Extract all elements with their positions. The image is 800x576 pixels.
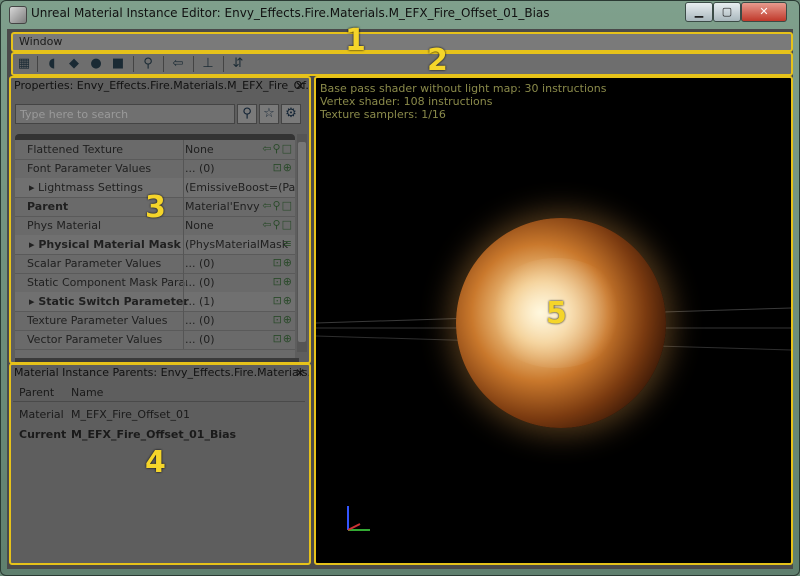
search-icon[interactable]: ⚲	[237, 104, 257, 124]
column-divider	[183, 197, 184, 216]
axis-gizmo-icon	[347, 506, 370, 531]
title-bar[interactable]: Unreal Material Instance Editor: Envy_Ef…	[1, 1, 799, 27]
window-title: Unreal Material Instance Editor: Envy_Ef…	[31, 6, 550, 20]
property-action-icons[interactable]: ⇦⚲□	[262, 199, 293, 212]
property-name: ▸ Static Switch Parameter	[29, 295, 189, 308]
column-divider	[183, 311, 184, 330]
editor-content: Window ▦ ◖ ◆ ● ■ ⚲ ⇦ ⊥ ⇵ Properties: Env…	[7, 23, 793, 569]
grid-icon[interactable]: ▦	[15, 55, 33, 73]
property-name: Font Parameter Values	[27, 162, 152, 175]
parent-name: M_EFX_Fire_Offset_01_Bias	[71, 428, 237, 441]
filter-icon[interactable]: ⚙	[281, 104, 301, 124]
col-parent[interactable]: Parent	[19, 386, 54, 399]
toolbar-separator	[163, 56, 164, 72]
tripod-icon[interactable]: ⊥	[199, 55, 217, 73]
plane-icon[interactable]: ■	[109, 55, 127, 73]
column-divider	[183, 140, 184, 159]
property-row[interactable]: Texture Parameter Values... (0) ⊡⊕	[15, 311, 295, 331]
col-name[interactable]: Name	[71, 386, 103, 399]
toolbar-separator	[133, 56, 134, 72]
parents-title: Material Instance Parents: Envy_Effects.…	[14, 366, 309, 379]
properties-scrollbar[interactable]	[297, 134, 307, 352]
toolbar-separator	[37, 56, 38, 72]
column-divider	[183, 216, 184, 235]
scroll-thumb[interactable]	[298, 142, 306, 342]
property-value[interactable]: (PhysMaterialMask	[185, 238, 295, 251]
property-action-icons[interactable]: ⇦⚲□	[262, 218, 293, 231]
close-button[interactable]: ✕	[741, 2, 787, 22]
annotation-2: 2	[427, 43, 448, 78]
column-divider	[183, 159, 184, 178]
annotation-4: 4	[145, 445, 166, 480]
maximize-button[interactable]: ▢	[713, 2, 741, 22]
property-row[interactable]: Static Component Mask Parame... (0) ⊡⊕	[15, 273, 295, 293]
toolbar-separator	[223, 56, 224, 72]
menu-window[interactable]: Window	[19, 35, 62, 48]
property-action-icons[interactable]: ⊡⊕	[273, 275, 293, 288]
annotation-5: 5	[546, 296, 567, 331]
column-divider	[183, 330, 184, 349]
property-grid: Flattened Texture None ⇦⚲□ Font Parameter V…	[15, 134, 295, 362]
parent-type: Current	[19, 428, 67, 441]
property-action-icons[interactable]: ⊡⊕	[273, 332, 293, 345]
menu-bar: Window	[11, 32, 793, 52]
toolbar-separator	[193, 56, 194, 72]
property-row[interactable]: Vector Parameter Values... (0) ⊡⊕	[15, 330, 295, 350]
property-name: Vector Parameter Values	[27, 333, 163, 346]
parent-row[interactable]: Material M_EFX_Fire_Offset_01	[13, 405, 305, 423]
properties-close-icon[interactable]: ✕	[295, 79, 305, 93]
cylinder-icon[interactable]: ◖	[43, 55, 61, 73]
column-divider	[183, 178, 184, 197]
material-preview-viewport[interactable]: Base pass shader without light map: 30 i…	[314, 76, 793, 565]
parent-row[interactable]: Current M_EFX_Fire_Offset_01_Bias	[13, 425, 305, 443]
magnifier-icon[interactable]: ⚲	[139, 55, 157, 73]
toolbar: ▦ ◖ ◆ ● ■ ⚲ ⇦ ⊥ ⇵	[11, 52, 793, 76]
back-arrow-icon[interactable]: ⇦	[169, 55, 187, 73]
column-divider	[183, 292, 184, 311]
property-row[interactable]: Scalar Parameter Values... (0) ⊡⊕	[15, 254, 295, 274]
properties-panel: Properties: Envy_Effects.Fire.Materials.…	[9, 76, 311, 364]
editor-window: Unreal Material Instance Editor: Envy_Ef…	[0, 0, 800, 576]
property-name: Flattened Texture	[27, 143, 124, 156]
property-name: ▸ Physical Material Mask	[29, 238, 181, 251]
properties-title: Properties: Envy_Effects.Fire.Materials.…	[14, 79, 309, 92]
property-name: Static Component Mask Parame	[27, 276, 187, 289]
property-action-icons[interactable]: ⊡⊕	[273, 256, 293, 269]
column-divider	[183, 273, 184, 292]
annotation-1: 1	[345, 23, 366, 58]
column-divider	[183, 235, 184, 254]
sphere-icon[interactable]: ●	[87, 55, 105, 73]
property-row[interactable]: Flattened Texture None ⇦⚲□	[15, 140, 295, 160]
parent-name: M_EFX_Fire_Offset_01	[71, 408, 190, 421]
parents-table-header: Parent Name	[13, 383, 305, 402]
column-divider	[183, 254, 184, 273]
cube-icon[interactable]: ◆	[65, 55, 83, 73]
property-row[interactable]: ▸ Static Switch Parameter... (1) ⊡⊕	[15, 292, 295, 312]
annotation-3: 3	[145, 190, 166, 225]
property-row[interactable]: Font Parameter Values... (0) ⊡⊕	[15, 159, 295, 179]
parent-type: Material	[19, 408, 64, 421]
property-value[interactable]: (EmissiveBoost=(Parar	[185, 181, 295, 194]
minimize-button[interactable]: ▁	[685, 2, 713, 22]
property-name: Texture Parameter Values	[27, 314, 168, 327]
property-row[interactable]: ▸ Physical Material Mask (PhysMaterialMas…	[15, 235, 295, 255]
property-search-input[interactable]: Type here to search	[15, 104, 235, 124]
apply-icon[interactable]: ⇵	[229, 55, 247, 73]
favorites-star-icon[interactable]: ☆	[259, 104, 279, 124]
property-name: Scalar Parameter Values	[27, 257, 162, 270]
property-action-icons[interactable]: ⇦⚲□	[262, 142, 293, 155]
unreal-app-icon	[9, 6, 27, 24]
parents-panel: Material Instance Parents: Envy_Effects.…	[9, 363, 311, 565]
parents-close-icon[interactable]: ✕	[295, 366, 305, 380]
property-action-icons[interactable]: ⊡⊕	[273, 294, 293, 307]
property-action-icons[interactable]: ⊡⊕	[273, 161, 293, 174]
property-action-icons[interactable]: ≡	[283, 237, 293, 250]
property-action-icons[interactable]: ⊡⊕	[273, 313, 293, 326]
